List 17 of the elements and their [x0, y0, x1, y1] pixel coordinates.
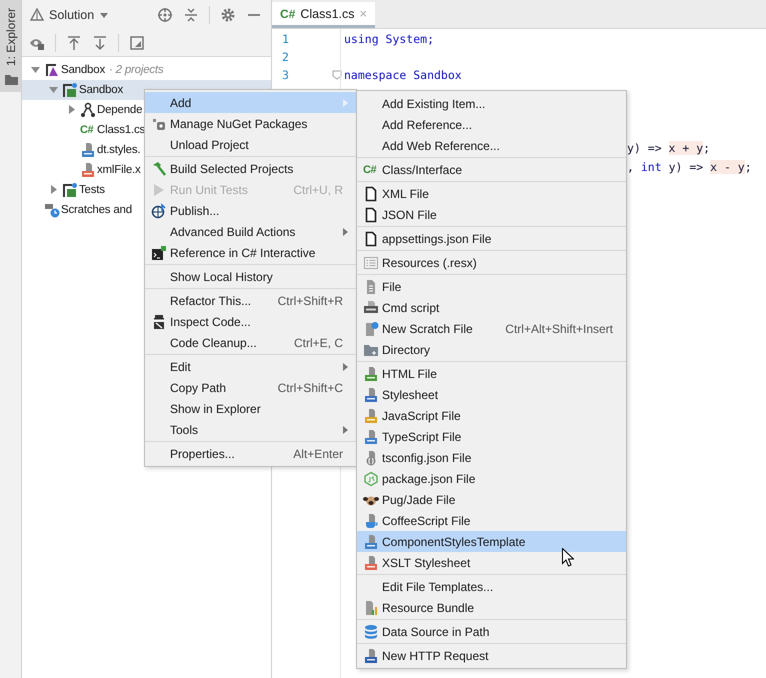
language-label: C#: [363, 164, 378, 176]
shortcut-label: Ctrl+Alt+Shift+Insert: [505, 322, 613, 336]
code-line: namespace Sandbox: [344, 68, 462, 82]
shortcut-label: Ctrl+Shift+C: [278, 380, 343, 394]
line-number: 3: [281, 68, 290, 82]
code-line: using System;: [344, 32, 434, 46]
language-label: C#: [80, 124, 94, 136]
language-label: C#: [280, 6, 296, 20]
project-count: · 2 projects: [109, 64, 164, 76]
shortcut-label: Ctrl+U, R: [293, 182, 343, 196]
line-number: 1: [281, 32, 290, 46]
shortcut-label: Ctrl+E, C: [294, 336, 343, 350]
code-line: , int y) => x - y;: [627, 160, 752, 174]
shortcut-label: Alt+Enter: [293, 446, 343, 460]
line-number: 2: [281, 50, 290, 64]
shortcut-label: Ctrl+Shift+R: [278, 294, 343, 308]
code-line: y) => x + y;: [627, 140, 710, 154]
